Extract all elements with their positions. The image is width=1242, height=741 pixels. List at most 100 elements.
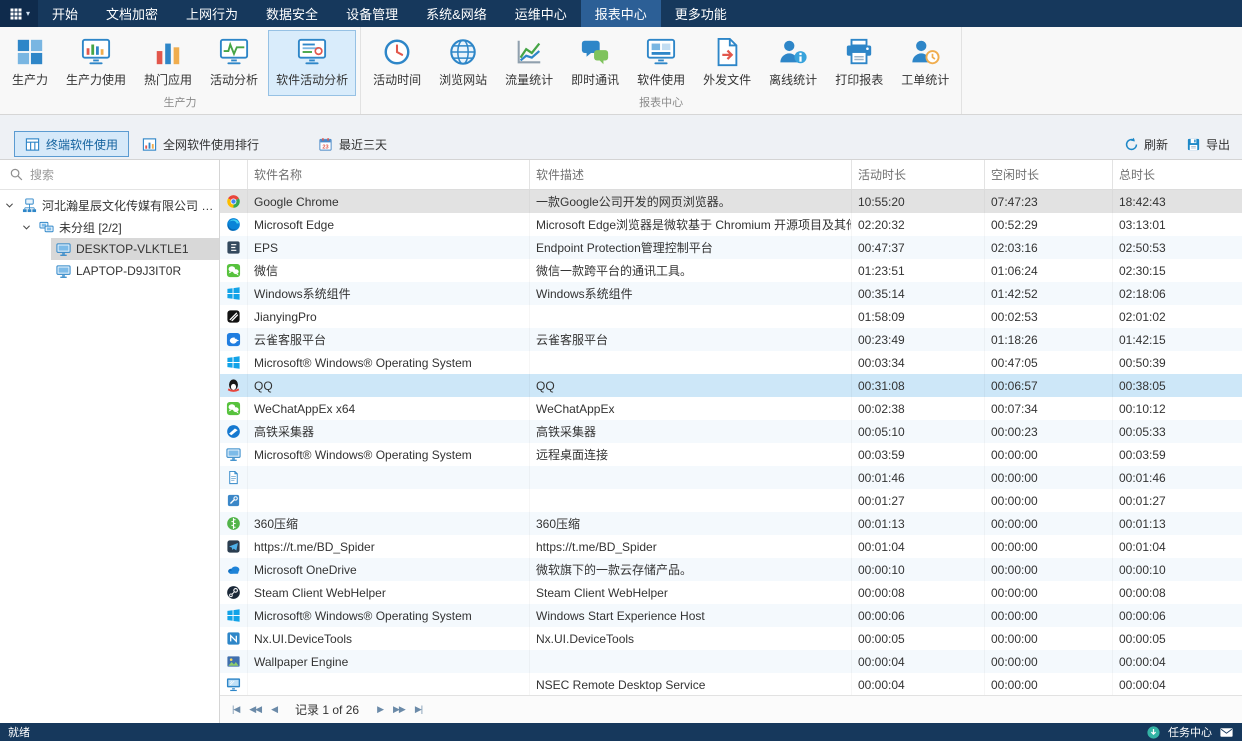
cell-active-duration: 01:58:09 bbox=[852, 305, 985, 328]
table-row[interactable]: 00:01:2700:00:0000:01:27 bbox=[220, 489, 1242, 512]
ribbon: 生产力生产力使用热门应用活动分析软件活动分析生产力活动时间浏览网站流量统计即时通… bbox=[0, 27, 1242, 115]
ribbon-button-work-order-stats[interactable]: 工单统计 bbox=[893, 30, 957, 96]
cell-idle-duration: 00:00:00 bbox=[985, 627, 1113, 650]
table-row[interactable]: 云雀客服平台云雀客服平台00:23:4901:18:2601:42:15 bbox=[220, 328, 1242, 351]
gaotie-icon bbox=[226, 424, 241, 439]
menubar-item-more-features[interactable]: 更多功能 bbox=[661, 0, 741, 27]
table-row[interactable]: Microsoft® Windows® Operating System远程桌面… bbox=[220, 443, 1242, 466]
table-row[interactable]: Microsoft EdgeMicrosoft Edge浏览器是微软基于 Chr… bbox=[220, 213, 1242, 236]
menubar-item-start[interactable]: 开始 bbox=[38, 0, 92, 27]
menubar-item-report-center[interactable]: 报表中心 bbox=[581, 0, 661, 27]
table-row[interactable]: 360压缩360压缩00:01:1300:00:0000:01:13 bbox=[220, 512, 1242, 535]
tab-terminal-software-usage[interactable]: 终端软件使用 bbox=[14, 131, 129, 157]
search-input[interactable] bbox=[30, 168, 210, 182]
cell-name: QQ bbox=[248, 374, 530, 397]
table-row[interactable]: Wallpaper Engine00:00:0400:00:0000:00:04 bbox=[220, 650, 1242, 673]
computer-icon bbox=[226, 447, 241, 462]
cell-idle-duration: 00:00:00 bbox=[985, 535, 1113, 558]
tree-node-desktop-vlktle1[interactable]: DESKTOP-VLKTLE1 bbox=[0, 238, 219, 260]
ribbon-button-activity-time[interactable]: 活动时间 bbox=[365, 30, 429, 96]
cell-name: 高铁采集器 bbox=[248, 420, 530, 443]
ribbon-button-outgoing-files[interactable]: 外发文件 bbox=[695, 30, 759, 96]
ribbon-button-productivity-usage[interactable]: 生产力使用 bbox=[58, 30, 134, 96]
user-ticket-icon bbox=[910, 37, 940, 67]
cell-app-icon bbox=[220, 627, 248, 650]
menubar-item-system-network[interactable]: 系统&网络 bbox=[412, 0, 501, 27]
table-row[interactable]: WeChatAppEx x64WeChatAppEx00:02:3800:07:… bbox=[220, 397, 1242, 420]
pager-next-fast-button[interactable]: ▶▶ bbox=[389, 704, 409, 715]
table-row[interactable]: Windows系统组件Windows系统组件00:35:1401:42:5202… bbox=[220, 282, 1242, 305]
cell-desc: 微软旗下的一款云存储产品。 bbox=[530, 558, 852, 581]
menubar-item-device-management[interactable]: 设备管理 bbox=[332, 0, 412, 27]
chevron-down-icon[interactable] bbox=[21, 222, 32, 233]
column-header-total[interactable]: 总时长 bbox=[1113, 160, 1242, 189]
table-row[interactable]: Steam Client WebHelperSteam Client WebHe… bbox=[220, 581, 1242, 604]
export-button[interactable]: 导出 bbox=[1186, 136, 1230, 153]
table-row[interactable]: 微信微信一款跨平台的通讯工具。01:23:5101:06:2402:30:15 bbox=[220, 259, 1242, 282]
table-row[interactable]: Google Chrome一款Google公司开发的网页浏览器。10:55:20… bbox=[220, 190, 1242, 213]
ribbon-button-offline-stats[interactable]: 离线统计 bbox=[761, 30, 825, 96]
pager-prev-fast-button[interactable]: ◀◀ bbox=[245, 704, 265, 715]
table-row[interactable]: NSEC Remote Desktop Service00:00:0400:00… bbox=[220, 673, 1242, 695]
cell-name: Steam Client WebHelper bbox=[248, 581, 530, 604]
menubar-item-doc-encryption[interactable]: 文档加密 bbox=[92, 0, 172, 27]
menubar-item-internet-behavior[interactable]: 上网行为 bbox=[172, 0, 252, 27]
ribbon-button-hot-apps[interactable]: 热门应用 bbox=[136, 30, 200, 96]
task-center-icon[interactable] bbox=[1146, 725, 1161, 740]
cell-name: Windows系统组件 bbox=[248, 282, 530, 305]
cell-active-duration: 00:01:04 bbox=[852, 535, 985, 558]
view-tabs: 终端软件使用全网软件使用排行 bbox=[14, 131, 270, 157]
column-header-desc[interactable]: 软件描述 bbox=[530, 160, 852, 189]
table-row[interactable]: JianyingPro01:58:0900:02:5302:01:02 bbox=[220, 305, 1242, 328]
ribbon-button-productivity[interactable]: 生产力 bbox=[4, 30, 56, 96]
table-row[interactable]: 高铁采集器高铁采集器00:05:1000:00:2300:05:33 bbox=[220, 420, 1242, 443]
tab-network-software-ranking[interactable]: 全网软件使用排行 bbox=[131, 131, 270, 157]
app-menu-button[interactable]: ▾ bbox=[0, 0, 38, 27]
ribbon-button-software-activity-analysis[interactable]: 软件活动分析 bbox=[268, 30, 356, 96]
pager-prev-button[interactable]: ◀ bbox=[267, 704, 281, 715]
date-range-label: 最近三天 bbox=[339, 136, 387, 153]
ribbon-button-label: 即时通讯 bbox=[571, 71, 619, 88]
menubar-item-data-security[interactable]: 数据安全 bbox=[252, 0, 332, 27]
pager-last-button[interactable]: ▶| bbox=[411, 704, 426, 715]
table-row[interactable]: Nx.UI.DeviceToolsNx.UI.DeviceTools00:00:… bbox=[220, 627, 1242, 650]
cell-idle-duration: 00:00:00 bbox=[985, 443, 1113, 466]
cell-total-duration: 00:00:04 bbox=[1113, 650, 1242, 673]
table-row[interactable]: Microsoft® Windows® Operating SystemWind… bbox=[220, 604, 1242, 627]
ribbon-button-browse-websites[interactable]: 浏览网站 bbox=[431, 30, 495, 96]
column-header-name[interactable]: 软件名称 bbox=[248, 160, 530, 189]
ribbon-button-activity-analysis[interactable]: 活动分析 bbox=[202, 30, 266, 96]
cell-total-duration: 00:00:05 bbox=[1113, 627, 1242, 650]
task-center-label[interactable]: 任务中心 bbox=[1168, 724, 1212, 740]
table-row[interactable]: QQQQ00:31:0800:06:5700:38:05 bbox=[220, 374, 1242, 397]
mail-icon[interactable] bbox=[1219, 725, 1234, 740]
pager-first-button[interactable]: |◀ bbox=[228, 704, 243, 715]
table-row[interactable]: Microsoft OneDrive微软旗下的一款云存储产品。00:00:100… bbox=[220, 558, 1242, 581]
table-row[interactable]: https://t.me/BD_Spiderhttps://t.me/BD_Sp… bbox=[220, 535, 1242, 558]
chevron-down-icon[interactable] bbox=[4, 200, 15, 211]
ribbon-button-traffic-stats[interactable]: 流量统计 bbox=[497, 30, 561, 96]
column-header-active[interactable]: 活动时长 bbox=[852, 160, 985, 189]
table-row[interactable]: 00:01:4600:00:0000:01:46 bbox=[220, 466, 1242, 489]
cell-idle-duration: 00:47:05 bbox=[985, 351, 1113, 374]
tree-node-ungrouped[interactable]: 未分组 [2/2] bbox=[0, 216, 219, 238]
date-range-button[interactable]: 23 最近三天 bbox=[310, 131, 395, 157]
pager-next-button[interactable]: ▶ bbox=[373, 704, 387, 715]
refresh-button[interactable]: 刷新 bbox=[1124, 136, 1168, 153]
column-header-idle[interactable]: 空闲时长 bbox=[985, 160, 1113, 189]
column-header-icon bbox=[220, 160, 248, 189]
tree-node-label: 未分组 [2/2] bbox=[59, 219, 122, 236]
cell-desc: Windows Start Experience Host bbox=[530, 604, 852, 627]
tree-node-laptop-d9j3it0r[interactable]: LAPTOP-D9J3IT0R bbox=[0, 260, 219, 282]
calendar-icon: 23 bbox=[318, 137, 333, 152]
cell-active-duration: 00:35:14 bbox=[852, 282, 985, 305]
device-tree-panel: 河北瀚星辰文化传媒有限公司 [2/2] 未分组 [2/2] DESKTOP-VLKT… bbox=[0, 160, 220, 723]
menubar-item-ops-center[interactable]: 运维中心 bbox=[501, 0, 581, 27]
tree-node-company[interactable]: 河北瀚星辰文化传媒有限公司 [2/2] bbox=[0, 194, 219, 216]
table-row[interactable]: EPSEndpoint Protection管理控制平台00:47:3702:0… bbox=[220, 236, 1242, 259]
table-row[interactable]: Microsoft® Windows® Operating System00:0… bbox=[220, 351, 1242, 374]
cell-idle-duration: 00:02:53 bbox=[985, 305, 1113, 328]
ribbon-button-print-report[interactable]: 打印报表 bbox=[827, 30, 891, 96]
ribbon-button-software-usage[interactable]: 软件使用 bbox=[629, 30, 693, 96]
ribbon-button-instant-messaging[interactable]: 即时通讯 bbox=[563, 30, 627, 96]
